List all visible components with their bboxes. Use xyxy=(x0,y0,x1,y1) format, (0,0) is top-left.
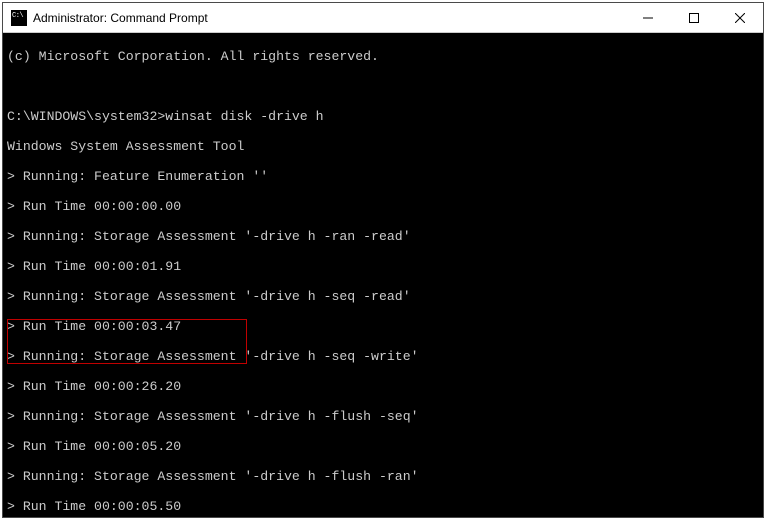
output-line: > Run Time 00:00:05.20 xyxy=(7,439,759,454)
maximize-icon xyxy=(689,13,699,23)
titlebar[interactable]: Administrator: Command Prompt xyxy=(3,3,763,33)
command-line: C:\WINDOWS\system32>winsat disk -drive h xyxy=(7,109,759,124)
cmd-icon xyxy=(11,10,27,26)
output-line: > Running: Storage Assessment '-drive h … xyxy=(7,409,759,424)
output-line: > Running: Storage Assessment '-drive h … xyxy=(7,469,759,484)
output-line xyxy=(7,79,759,94)
maximize-button[interactable] xyxy=(671,3,717,33)
close-icon xyxy=(735,13,745,23)
output-line: (c) Microsoft Corporation. All rights re… xyxy=(7,49,759,64)
output-line: > Running: Storage Assessment '-drive h … xyxy=(7,289,759,304)
output-line: Windows System Assessment Tool xyxy=(7,139,759,154)
output-line: > Run Time 00:00:05.50 xyxy=(7,499,759,514)
window-title: Administrator: Command Prompt xyxy=(33,11,625,25)
output-line: > Run Time 00:00:00.00 xyxy=(7,199,759,214)
output-line: > Running: Feature Enumeration '' xyxy=(7,169,759,184)
output-line: > Run Time 00:00:26.20 xyxy=(7,379,759,394)
minimize-icon xyxy=(643,13,653,23)
output-line: > Running: Storage Assessment '-drive h … xyxy=(7,229,759,244)
command-prompt-window: Administrator: Command Prompt (c) Micros… xyxy=(2,2,764,518)
minimize-button[interactable] xyxy=(625,3,671,33)
close-button[interactable] xyxy=(717,3,763,33)
output-line: > Run Time 00:00:01.91 xyxy=(7,259,759,274)
terminal-output[interactable]: (c) Microsoft Corporation. All rights re… xyxy=(3,33,763,517)
output-line: > Run Time 00:00:03.47 xyxy=(7,319,759,334)
output-line: > Running: Storage Assessment '-drive h … xyxy=(7,349,759,364)
